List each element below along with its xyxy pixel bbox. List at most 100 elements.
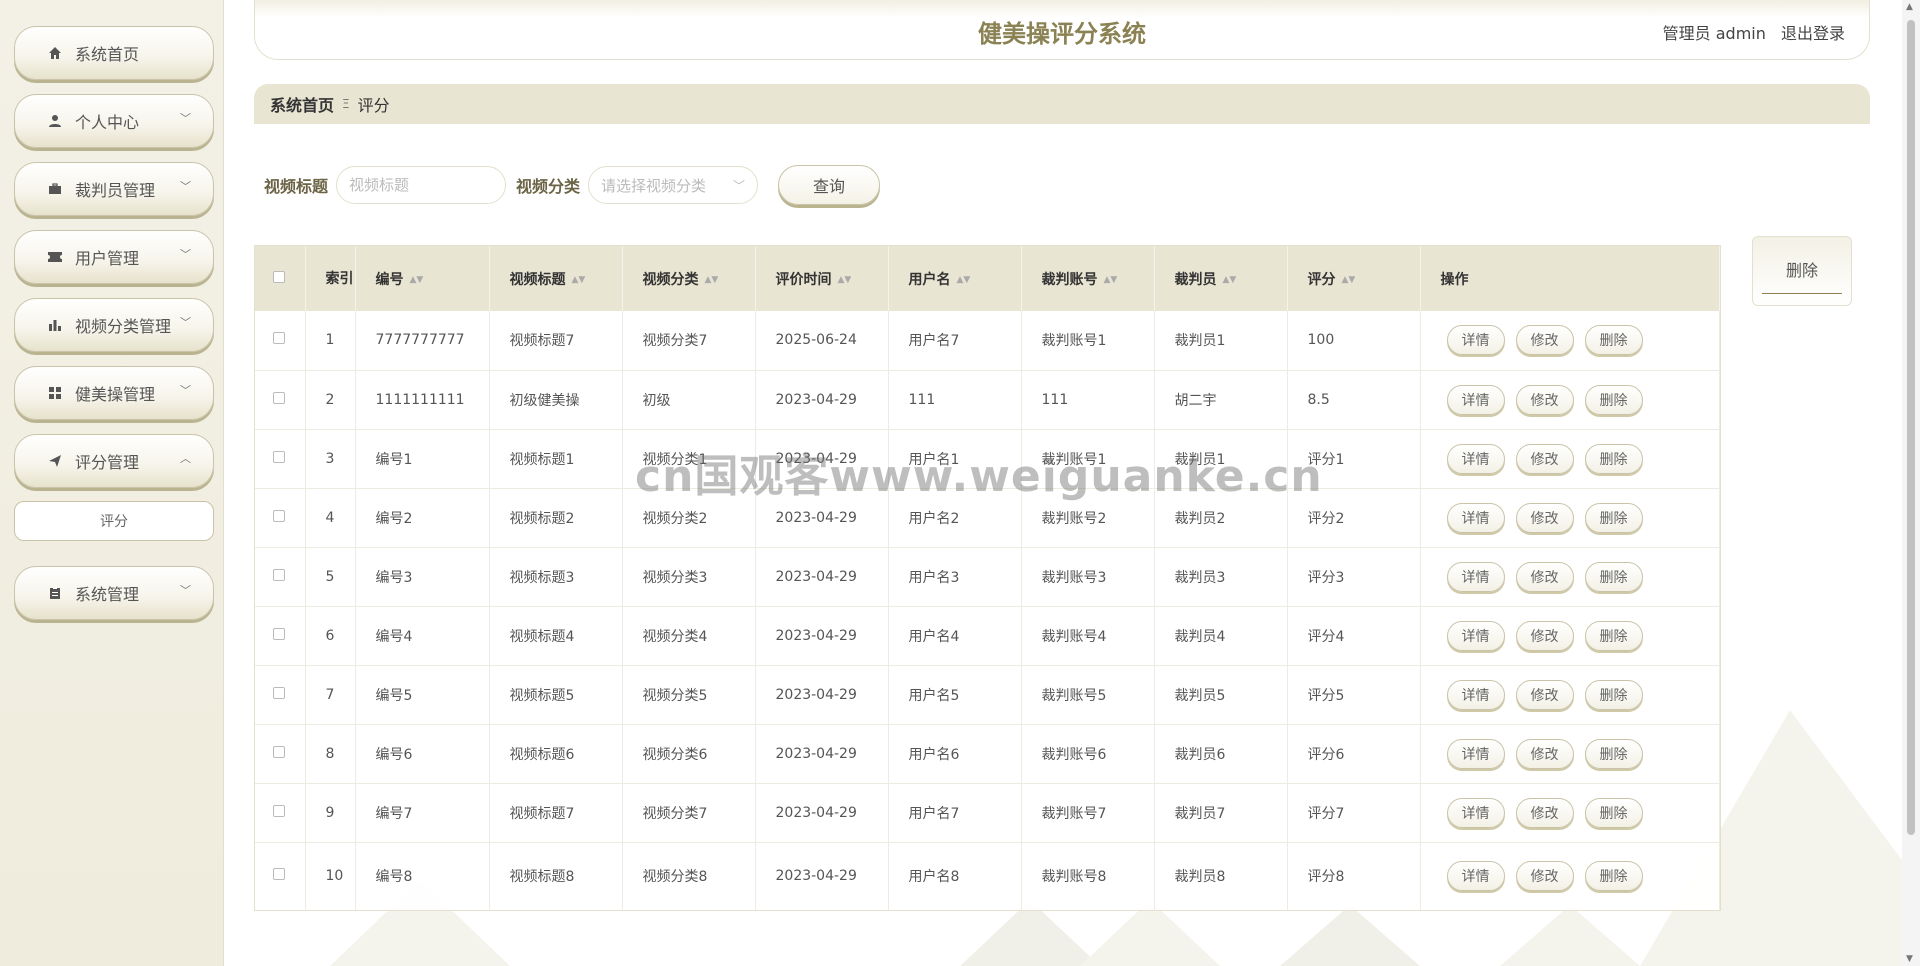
detail-button[interactable]: 详情 [1446,797,1505,828]
sort-icon[interactable]: ▲▼ [1223,275,1237,285]
clipboard-icon [47,585,63,601]
row-checkbox[interactable] [273,332,285,345]
cell-number: 编号3 [355,547,490,607]
sort-icon[interactable]: ▲▼ [1342,275,1356,285]
detail-button[interactable]: 详情 [1446,561,1505,592]
detail-button[interactable]: 详情 [1446,620,1505,651]
cell-username: 用户名7 [888,783,1022,843]
breadcrumb-home[interactable]: 系统首页 [270,92,334,116]
top-header: 健美操评分系统 管理员 admin 退出登录 [254,0,1870,60]
detail-button[interactable]: 详情 [1446,861,1505,892]
scroll-down-icon[interactable]: ▼ [1906,954,1913,964]
col-header-username[interactable]: 用户名 ▲▼ [888,246,1022,311]
col-header-score[interactable]: 评分 ▲▼ [1287,246,1421,311]
detail-button[interactable]: 详情 [1446,502,1505,533]
col-header-judge-account[interactable]: 裁判账号 ▲▼ [1021,246,1155,311]
chevron-down-icon: ﹀ [180,180,191,193]
sidebar-item-profile[interactable]: 个人中心 ﹀ [14,94,214,148]
edit-button[interactable]: 修改 [1515,502,1574,533]
cell-judge-account: 裁判账号6 [1021,724,1155,784]
delete-button[interactable]: 删除 [1584,443,1643,474]
sidebar-item-video-category[interactable]: 视频分类管理 ﹀ [14,298,214,352]
delete-button[interactable]: 删除 [1584,325,1643,356]
row-select-cell [255,429,306,489]
scrollbar-thumb[interactable] [1907,20,1915,835]
edit-button[interactable]: 修改 [1515,738,1574,769]
detail-button[interactable]: 详情 [1446,325,1505,356]
cell-operations: 详情 修改 删除 [1420,547,1720,607]
edit-button[interactable]: 修改 [1515,443,1574,474]
sort-icon[interactable]: ▲▼ [705,275,719,285]
row-checkbox[interactable] [273,568,285,581]
sidebar-subitem-score[interactable]: 评分 [14,501,214,541]
edit-button[interactable]: 修改 [1515,679,1574,710]
cell-video-category: 视频分类7 [622,783,756,843]
col-header-video-category[interactable]: 视频分类 ▲▼ [622,246,756,311]
row-checkbox[interactable] [273,868,285,881]
table-row: 1 7777777777 视频标题7 视频分类7 2025-06-24 用户名7 裁判账号1… [255,311,1720,371]
table-row: 2 1111111111 初级健美操 初级 2023-04-29 111 111 胡二宇 8.5… [255,370,1720,430]
delete-button[interactable]: 删除 [1584,620,1643,651]
edit-button[interactable]: 修改 [1515,797,1574,828]
row-checkbox[interactable] [273,450,285,463]
row-checkbox[interactable] [273,391,285,404]
scroll-up-icon[interactable]: ▲ [1906,2,1913,12]
sort-icon[interactable]: ▲▼ [410,275,424,285]
detail-button[interactable]: 详情 [1446,679,1505,710]
edit-button[interactable]: 修改 [1515,384,1574,415]
delete-button[interactable]: 删除 [1584,797,1643,828]
delete-button[interactable]: 删除 [1584,561,1643,592]
edit-button[interactable]: 修改 [1515,861,1574,892]
detail-button[interactable]: 详情 [1446,443,1505,474]
batch-delete-button[interactable]: 删除 [1752,236,1852,306]
row-select-cell [255,783,306,843]
delete-button[interactable]: 删除 [1584,679,1643,710]
select-all-checkbox[interactable] [273,270,285,283]
delete-button[interactable]: 删除 [1584,861,1643,892]
row-checkbox[interactable] [273,745,285,758]
delete-button[interactable]: 删除 [1584,738,1643,769]
detail-button[interactable]: 详情 [1446,384,1505,415]
delete-button[interactable]: 删除 [1584,384,1643,415]
detail-button[interactable]: 详情 [1446,738,1505,769]
home-icon [47,45,63,61]
col-header-video-title[interactable]: 视频标题 ▲▼ [489,246,623,311]
row-checkbox[interactable] [273,804,285,817]
sort-icon[interactable]: ▲▼ [838,275,852,285]
edit-button[interactable]: 修改 [1515,561,1574,592]
row-checkbox[interactable] [273,509,285,522]
cell-judge: 裁判员6 [1154,724,1288,784]
cell-review-time: 2023-04-29 [755,370,889,430]
sidebar-item-home[interactable]: 系统首页 [14,26,214,80]
chevron-down-icon: ﹀ [180,584,191,597]
sort-icon[interactable]: ▲▼ [1104,275,1118,285]
sort-icon[interactable]: ▲▼ [572,275,586,285]
col-header-review-time[interactable]: 评价时间 ▲▼ [755,246,889,311]
cell-number: 1111111111 [355,370,490,430]
cell-operations: 详情 修改 删除 [1420,429,1720,489]
cell-judge-account: 裁判账号5 [1021,665,1155,725]
cell-score: 评分2 [1287,488,1421,548]
logout-link[interactable]: 退出登录 [1781,24,1845,43]
sidebar-item-system-management[interactable]: 系统管理 ﹀ [14,566,214,620]
col-header-judge[interactable]: 裁判员 ▲▼ [1154,246,1288,311]
title-filter-input[interactable] [336,166,507,204]
sidebar-item-score-management[interactable]: 评分管理 ︿ [14,434,214,488]
chevron-down-icon: ﹀ [733,178,746,193]
query-button[interactable]: 查询 [778,165,881,205]
col-header-number[interactable]: 编号 ▲▼ [355,246,490,311]
row-checkbox[interactable] [273,627,285,640]
category-select[interactable]: 请选择视频分类 ﹀ [588,166,759,204]
edit-button[interactable]: 修改 [1515,620,1574,651]
edit-button[interactable]: 修改 [1515,325,1574,356]
delete-button[interactable]: 删除 [1584,502,1643,533]
cell-video-title: 视频标题5 [489,665,623,725]
sort-icon[interactable]: ▲▼ [957,275,971,285]
cell-username: 用户名1 [888,429,1022,489]
sidebar-item-user-management[interactable]: 用户管理 ﹀ [14,230,214,284]
cell-review-time: 2025-06-24 [755,311,889,371]
sidebar-item-judge-management[interactable]: 裁判员管理 ﹀ [14,162,214,216]
row-checkbox[interactable] [273,686,285,699]
page-scrollbar[interactable]: ▲ ▼ [1902,0,1920,966]
sidebar-item-aerobics[interactable]: 健美操管理 ﹀ [14,366,214,420]
